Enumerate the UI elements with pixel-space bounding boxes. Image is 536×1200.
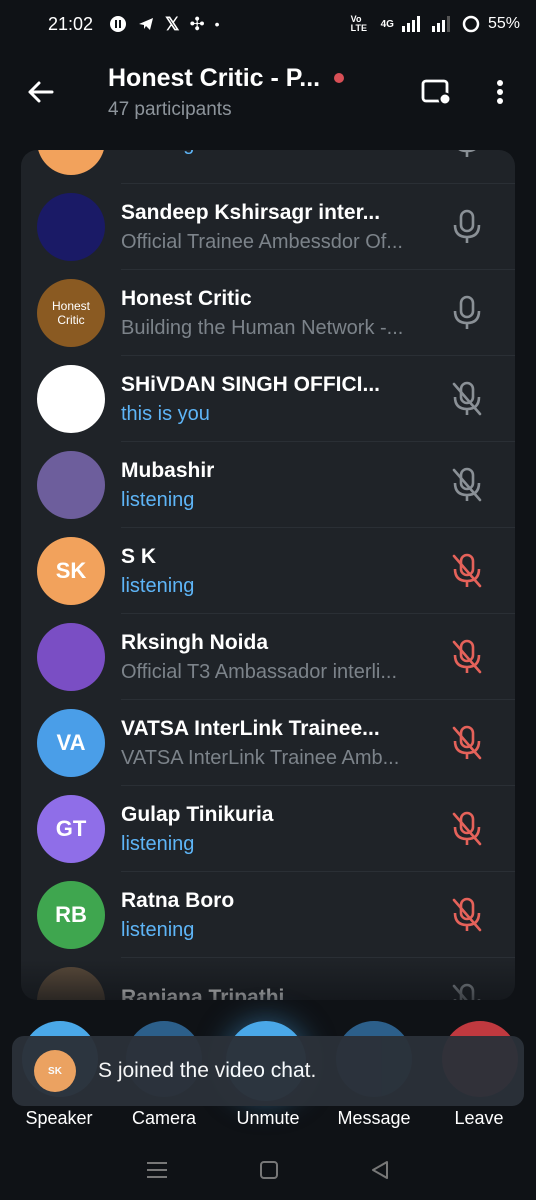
mic-icon (447, 293, 487, 333)
status-right: Vo LTE 4G 55% (351, 15, 520, 33)
leave-label: Leave (454, 1108, 504, 1128)
participant-row[interactable]: SHiVDAN SINGH OFFICI... this is you (21, 356, 515, 442)
more-options-button[interactable] (468, 60, 532, 124)
participant-row[interactable]: RB Ratna Boro listening (21, 872, 515, 958)
participant-info: Sandeep Kshirsagr inter... Official Train… (121, 201, 441, 254)
title-block: Honest Critic - P... 47 participants (80, 64, 404, 121)
participant-info: Rksingh Noida Official T3 Ambassador inte… (121, 631, 441, 684)
chat-title: Honest Critic - P... (108, 63, 321, 92)
participant-name: Ratna Boro (121, 888, 235, 912)
participant-status: listening (121, 574, 195, 597)
system-nav-bar (0, 1140, 536, 1200)
participants-list[interactable]: TC listening Sandeep Kshirsagr inter... Off… (21, 150, 515, 1000)
participant-row[interactable]: TC listening (21, 150, 515, 184)
participant-info: Mubashir listening (121, 459, 441, 512)
participant-name: S K (121, 544, 157, 568)
list-fade (21, 960, 515, 1020)
participant-status: listening (121, 832, 195, 855)
avatar: Honest Critic (37, 279, 105, 347)
avatar (37, 365, 105, 433)
mic-muted-icon (447, 895, 487, 935)
participant-info: listening (121, 150, 441, 156)
unmute-label: Unmute (236, 1108, 300, 1128)
participant-name: Gulap Tinikuria (121, 802, 274, 826)
participant-status: VATSA InterLink Trainee Amb... (121, 746, 400, 769)
participant-name: Sandeep Kshirsagr inter... (121, 200, 381, 224)
participant-info: Gulap Tinikuria listening (121, 803, 441, 856)
avatar: RB (37, 881, 105, 949)
signal-icon (401, 16, 420, 32)
avatar: VA (37, 709, 105, 777)
network-type: 4G (380, 18, 394, 30)
participant-row[interactable]: GT Gulap Tinikuria listening (21, 786, 515, 872)
participant-status: Official T3 Ambassador interli... (121, 660, 398, 683)
back-nav-icon[interactable] (371, 1161, 389, 1179)
speaker-label: Speaker (25, 1108, 93, 1128)
participant-info: Ratna Boro listening (121, 889, 441, 942)
notification-icons: 𝕏 ✣ • (109, 14, 220, 35)
participant-name: Honest Critic (121, 286, 252, 310)
mic-muted-icon (447, 723, 487, 763)
recording-dot (334, 73, 345, 83)
threads-icon: ✣ (189, 13, 205, 34)
avatar: GT (37, 795, 105, 863)
volte-icon: Vo LTE (350, 14, 367, 33)
telegram-icon (139, 18, 154, 30)
status-bar: 21:02 𝕏 ✣ • Vo LTE 4G 55% (0, 0, 536, 48)
mic-muted-icon (447, 551, 487, 591)
call-header: Honest Critic - P... 47 participants (0, 48, 536, 136)
participant-name: VATSA InterLink Trainee... (121, 716, 380, 740)
avatar: SK (37, 537, 105, 605)
participant-status: listening (121, 918, 195, 941)
x-icon: 𝕏 (165, 13, 180, 34)
mic-icon (447, 150, 487, 161)
participant-status: listening (121, 150, 441, 156)
participant-row[interactable]: VA VATSA InterLink Trainee... VATSA InterL… (21, 700, 515, 786)
participant-status: Building the Human Network -... (121, 316, 404, 339)
participants-count: 47 participants (108, 98, 232, 120)
mic-muted-icon (447, 379, 487, 419)
participant-row[interactable]: Mubashir listening (21, 442, 515, 528)
avatar (37, 451, 105, 519)
more-vertical-icon (497, 80, 503, 104)
participant-info: Honest Critic Building the Human Network … (121, 287, 441, 340)
home-icon[interactable] (259, 1161, 278, 1179)
avatar (37, 193, 105, 261)
participant-status: this is you (121, 402, 210, 425)
camera-label: Camera (131, 1108, 197, 1128)
media-icon (110, 16, 127, 32)
arrow-left-icon (28, 81, 54, 103)
participant-name: SHiVDAN SINGH OFFICI... (121, 372, 381, 396)
menu-icon[interactable] (146, 1161, 167, 1179)
participant-row[interactable]: Sandeep Kshirsagr inter... Official Train… (21, 184, 515, 270)
participant-row[interactable]: SK S K listening (21, 528, 515, 614)
participant-status: listening (121, 488, 195, 511)
mic-icon (447, 207, 487, 247)
clock: 21:02 (48, 13, 94, 34)
toast-avatar: SK (34, 1050, 76, 1092)
participant-status: Official Trainee Ambessdor Of... (121, 230, 403, 253)
mic-muted-icon (447, 465, 487, 505)
avatar (37, 623, 105, 691)
message-label: Message (337, 1108, 411, 1128)
join-toast: SK S joined the video chat. (12, 1036, 524, 1106)
signal-icon-2 (431, 16, 450, 32)
participant-row[interactable]: Honest Critic Honest Critic Building the H… (21, 270, 515, 356)
mic-muted-icon (447, 637, 487, 677)
dot-icon: • (214, 16, 220, 32)
participant-name: Mubashir (121, 458, 215, 482)
toast-message: S joined the video chat. (98, 1059, 317, 1082)
battery-icon (462, 15, 480, 33)
back-button[interactable] (0, 52, 80, 132)
participant-info: VATSA InterLink Trainee... VATSA InterLin… (121, 717, 441, 770)
screen-cast-icon (421, 79, 451, 106)
avatar: TC (37, 150, 105, 175)
battery-percent: 55% (487, 15, 520, 32)
participant-name: Rksingh Noida (121, 630, 269, 654)
participant-info: S K listening (121, 545, 441, 598)
screen-share-button[interactable] (404, 60, 468, 124)
participant-info: SHiVDAN SINGH OFFICI... this is you (121, 373, 441, 426)
mic-muted-icon (447, 809, 487, 849)
participant-row[interactable]: Rksingh Noida Official T3 Ambassador inte… (21, 614, 515, 700)
